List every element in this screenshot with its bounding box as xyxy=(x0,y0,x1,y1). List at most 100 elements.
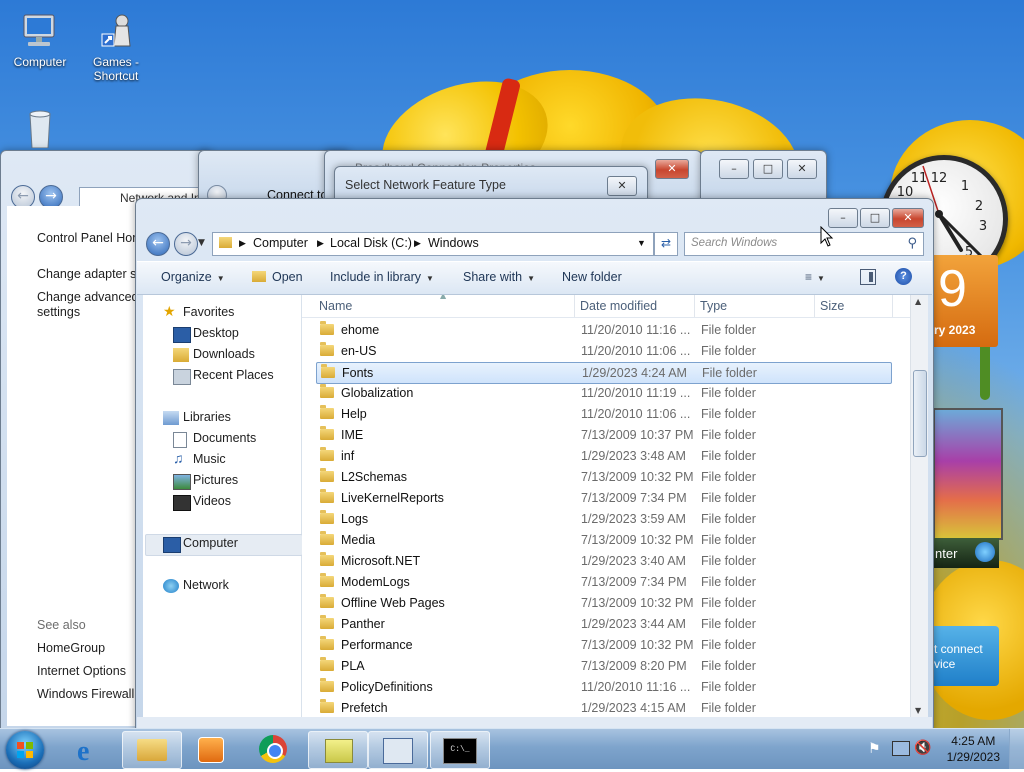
file-row[interactable]: Fonts 1/29/2023 4:24 AM File folder xyxy=(316,362,892,384)
file-row[interactable]: inf 1/29/2023 3:48 AM File folder xyxy=(316,446,890,466)
taskbar-media-player[interactable] xyxy=(182,731,240,767)
view-options-button[interactable]: ≡ ▼ xyxy=(805,270,825,284)
file-row[interactable]: Help 11/20/2010 11:06 ... File folder xyxy=(316,404,890,424)
taskbar-network-connections[interactable] xyxy=(308,731,368,769)
address-history-dropdown[interactable]: ▼ xyxy=(637,238,646,248)
new-folder-button[interactable]: New folder xyxy=(562,270,622,284)
address-bar[interactable]: ▶ Computer ▶ Local Disk (C:) ▶ Windows ▼ xyxy=(212,232,654,256)
connect-gadget[interactable]: t connect vice xyxy=(930,626,999,686)
taskbar-chrome[interactable] xyxy=(246,731,304,767)
minimize-button[interactable]: – xyxy=(719,159,749,179)
explorer-window[interactable]: – □ ✕ ← → ▼ ▶ Computer ▶ Local Disk (C:)… xyxy=(135,198,934,732)
search-input[interactable]: Search Windows ⚲ xyxy=(684,232,924,256)
cp-home-link[interactable]: Control Panel Hom xyxy=(37,231,143,245)
nav-libraries[interactable]: Libraries xyxy=(163,410,231,425)
column-type[interactable]: Type xyxy=(700,299,727,313)
breadcrumb-windows[interactable]: Windows xyxy=(428,236,479,250)
nav-computer[interactable]: Computer xyxy=(163,536,238,553)
minimize-button[interactable]: – xyxy=(828,208,858,228)
calendar-gadget[interactable]: 9 ry 2023 xyxy=(930,255,998,347)
chevron-right-icon[interactable]: ▶ xyxy=(239,238,246,249)
file-row[interactable]: ModemLogs 7/13/2009 7:34 PM File folder xyxy=(316,572,890,592)
background-window[interactable]: – □ ✕ xyxy=(700,150,827,202)
windows-firewall-link[interactable]: Windows Firewall xyxy=(37,687,134,701)
slideshow-gadget[interactable] xyxy=(933,408,1003,540)
taskbar-command-prompt[interactable]: C:\_ xyxy=(430,731,490,769)
file-row[interactable]: en-US 11/20/2010 11:06 ... File folder xyxy=(316,341,890,361)
file-row[interactable]: ehome 11/20/2010 11:16 ... File folder xyxy=(316,320,890,340)
close-button[interactable]: ✕ xyxy=(787,159,817,179)
file-row[interactable]: Media 7/13/2009 10:32 PM File folder xyxy=(316,530,890,550)
nav-favorites[interactable]: ★ Favorites xyxy=(163,303,234,319)
file-row[interactable]: IME 7/13/2009 10:37 PM File folder xyxy=(316,425,890,445)
file-row[interactable]: Microsoft.NET 1/29/2023 3:40 AM File folde… xyxy=(316,551,890,571)
file-row[interactable]: PLA 7/13/2009 8:20 PM File folder xyxy=(316,656,890,676)
back-button[interactable]: ← xyxy=(146,232,170,256)
scroll-down-icon[interactable]: ▼ xyxy=(915,706,921,715)
chevron-right-icon[interactable]: ▶ xyxy=(414,238,421,249)
nav-network[interactable]: Network xyxy=(163,578,229,593)
change-adapter-link[interactable]: Change adapter se xyxy=(37,267,143,281)
maximize-button[interactable]: □ xyxy=(753,159,783,179)
volume-muted-icon[interactable]: 🔇 xyxy=(914,740,931,756)
nav-recent-places[interactable]: Recent Places xyxy=(173,368,274,385)
column-size[interactable]: Size xyxy=(820,299,844,313)
change-advanced-link-line2[interactable]: settings xyxy=(37,305,80,319)
taskbar-windows-explorer[interactable] xyxy=(122,731,182,769)
preview-pane-button[interactable] xyxy=(860,269,876,285)
column-divider[interactable] xyxy=(814,295,815,317)
nav-desktop[interactable]: Desktop xyxy=(173,326,239,343)
media-center-gadget[interactable]: nter xyxy=(933,538,999,568)
maximize-button[interactable]: □ xyxy=(860,208,890,228)
scrollbar-thumb[interactable] xyxy=(913,370,927,457)
include-in-library-button[interactable]: Include in library ▼ xyxy=(330,270,434,284)
start-button[interactable] xyxy=(6,731,44,769)
file-row[interactable]: LiveKernelReports 7/13/2009 7:34 PM File f… xyxy=(316,488,890,508)
desktop-icon-recycle-bin[interactable] xyxy=(2,108,78,151)
close-button[interactable]: ✕ xyxy=(892,208,924,228)
column-divider[interactable] xyxy=(694,295,695,317)
file-row[interactable]: Performance 7/13/2009 10:32 PM File folder xyxy=(316,635,890,655)
file-row[interactable]: Offline Web Pages 7/13/2009 10:32 PM File … xyxy=(316,593,890,613)
desktop-icon-games-shortcut[interactable]: Games - Shortcut xyxy=(78,12,154,83)
file-row[interactable]: Logs 1/29/2023 3:59 AM File folder xyxy=(316,509,890,529)
homegroup-link[interactable]: HomeGroup xyxy=(37,641,105,655)
vertical-scrollbar[interactable]: ▲ ▼ xyxy=(910,295,928,717)
desktop-icon-computer[interactable]: Computer xyxy=(2,12,78,69)
file-row[interactable]: Globalization 11/20/2010 11:19 ... File fo… xyxy=(316,383,890,403)
column-name[interactable]: Name xyxy=(319,299,352,313)
nav-music[interactable]: ♫ Music xyxy=(173,450,226,466)
action-center-flag-icon[interactable]: ⚑ xyxy=(868,741,881,757)
breadcrumb-computer[interactable]: Computer xyxy=(253,236,308,250)
share-with-button[interactable]: Share with ▼ xyxy=(463,270,535,284)
recent-pages-dropdown[interactable]: ▼ xyxy=(198,238,205,248)
refresh-button[interactable]: ⇄ xyxy=(654,232,678,256)
nav-documents[interactable]: Documents xyxy=(173,431,256,448)
close-button[interactable]: ✕ xyxy=(607,176,637,196)
taskbar-control-panel[interactable] xyxy=(368,731,428,769)
nav-pictures[interactable]: Pictures xyxy=(173,473,238,490)
close-button[interactable]: ✕ xyxy=(655,159,689,179)
chevron-right-icon[interactable]: ▶ xyxy=(317,238,324,249)
internet-options-link[interactable]: Internet Options xyxy=(37,664,126,678)
file-row[interactable]: Prefetch 1/29/2023 4:15 AM File folder xyxy=(316,698,890,717)
file-row[interactable]: Panther 1/29/2023 3:44 AM File folder xyxy=(316,614,890,634)
show-desktop-button[interactable] xyxy=(1009,729,1024,769)
column-divider[interactable] xyxy=(892,295,893,317)
open-button[interactable]: Open xyxy=(252,270,303,284)
organize-button[interactable]: Organize ▼ xyxy=(161,270,225,284)
forward-button[interactable]: → xyxy=(174,232,198,256)
column-divider[interactable] xyxy=(574,295,575,317)
taskbar-internet-explorer[interactable]: e xyxy=(62,731,120,767)
file-row[interactable]: L2Schemas 7/13/2009 10:32 PM File folder xyxy=(316,467,890,487)
column-date-modified[interactable]: Date modified xyxy=(580,299,657,313)
nav-videos[interactable]: Videos xyxy=(173,494,231,511)
tray-clock[interactable]: 4:25 AM 1/29/2023 xyxy=(947,733,1000,765)
nav-downloads[interactable]: Downloads xyxy=(173,347,255,362)
network-status-icon[interactable] xyxy=(892,741,910,756)
breadcrumb-local-disk[interactable]: Local Disk (C:) xyxy=(330,236,412,250)
help-button[interactable]: ? xyxy=(895,268,912,285)
file-row[interactable]: PolicyDefinitions 11/20/2010 11:16 ... Fil… xyxy=(316,677,890,697)
scroll-up-icon[interactable]: ▲ xyxy=(915,297,921,306)
change-advanced-link[interactable]: Change advanced xyxy=(37,290,138,304)
